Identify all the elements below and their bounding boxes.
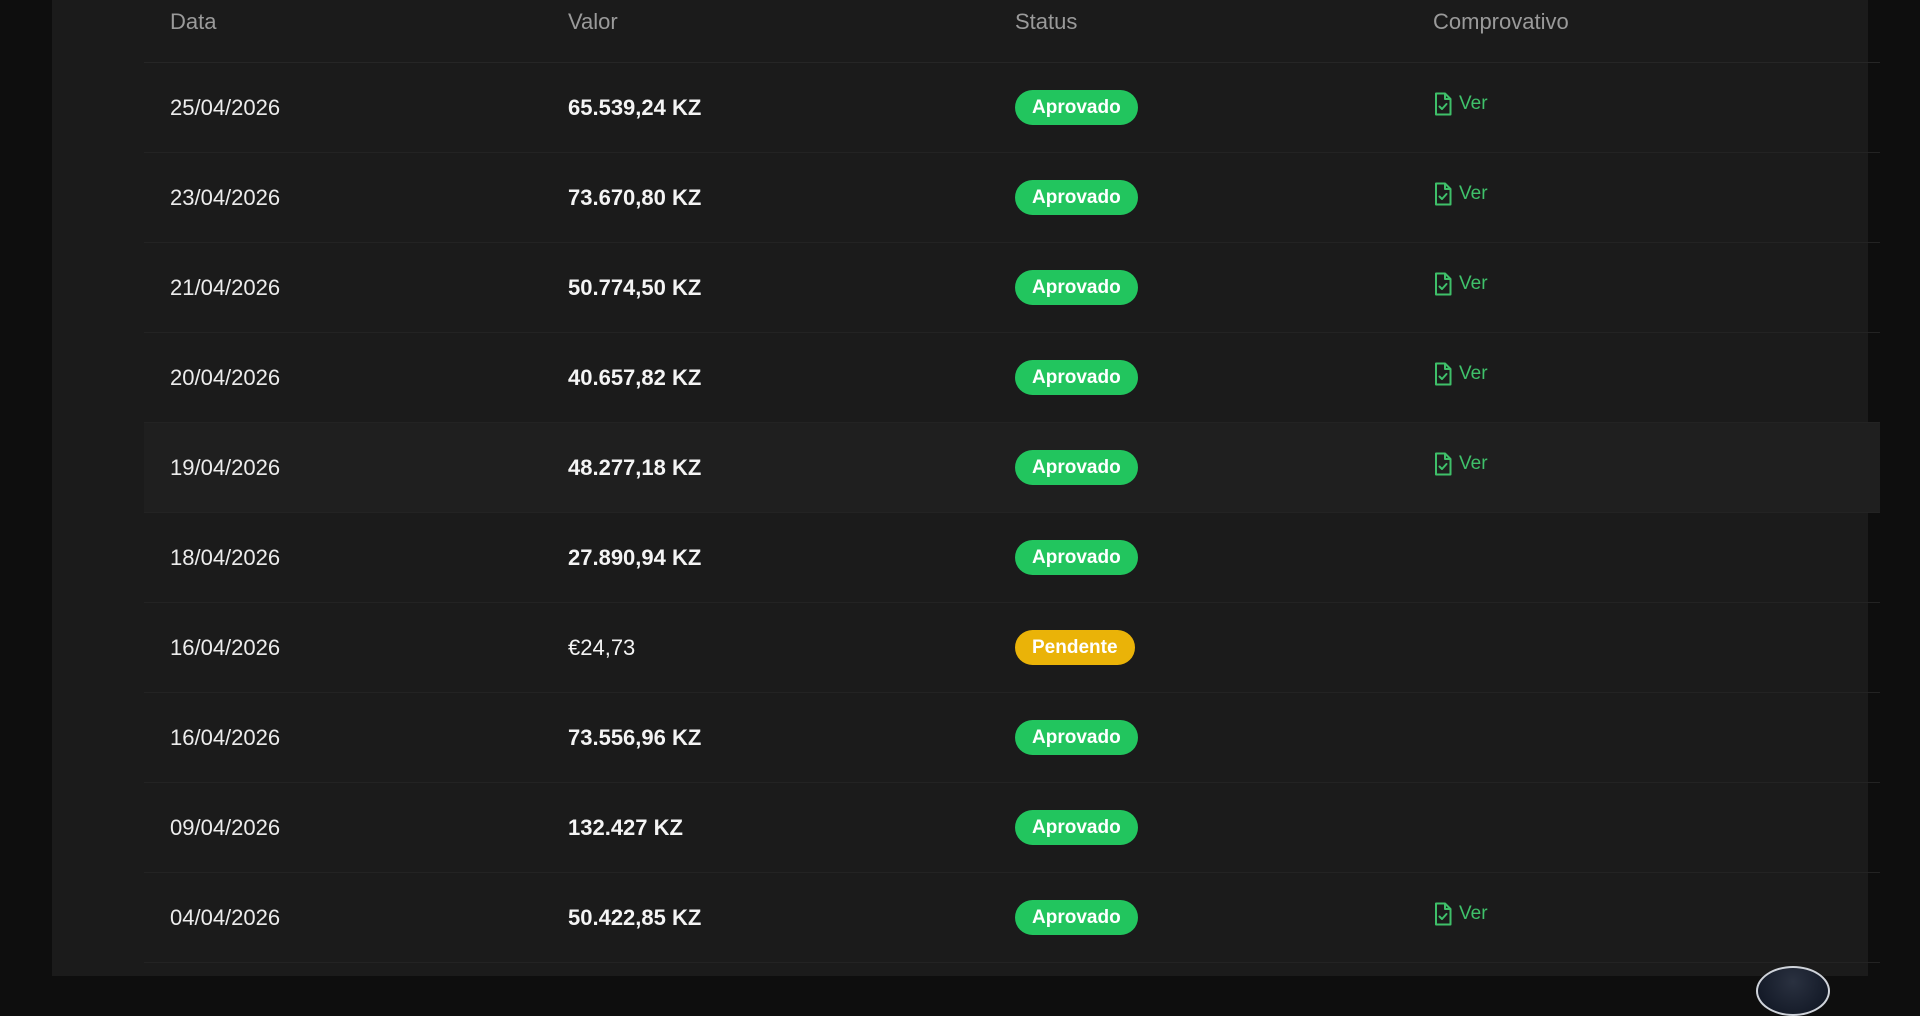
header-date: Data [170,9,217,34]
file-check-icon [1435,182,1452,206]
view-receipt-link[interactable]: Ver [1433,182,1488,206]
view-receipt-label: Ver [1459,93,1488,114]
status-badge: Aprovado [1015,180,1138,215]
row-value: €24,73 [568,634,636,660]
table-row: 18/04/2026 27.890,94 KZ Aprovado [144,513,1880,603]
file-check-icon [1435,272,1452,296]
header-value: Valor [568,9,618,34]
row-date: 18/04/2026 [170,544,281,570]
row-date: 16/04/2026 [170,724,281,750]
view-receipt-label: Ver [1459,273,1488,294]
status-badge: Aprovado [1015,810,1138,845]
status-badge: Aprovado [1015,270,1138,305]
view-receipt-link[interactable]: Ver [1433,452,1488,476]
view-receipt-label: Ver [1459,363,1488,384]
floating-widget-button[interactable] [1756,966,1830,1016]
table-row: 20/04/2026 40.657,82 KZ Aprovado Ver [144,333,1880,423]
header-status: Status [1015,9,1078,34]
file-check-icon [1435,452,1452,476]
row-date: 23/04/2026 [170,184,281,210]
table-row: 16/04/2026 73.556,96 KZ Aprovado [144,693,1880,783]
table-row: 23/04/2026 73.670,80 KZ Aprovado Ver [144,153,1880,243]
row-date: 04/04/2026 [170,904,281,930]
row-date: 21/04/2026 [170,274,281,300]
row-value: 65.539,24 KZ [568,94,702,120]
status-badge: Aprovado [1015,720,1138,755]
header-receipt: Comprovativo [1433,9,1569,34]
row-date: 19/04/2026 [170,454,281,480]
table-row: 21/04/2026 50.774,50 KZ Aprovado Ver [144,243,1880,333]
row-value: 73.556,96 KZ [568,724,702,750]
row-value: 40.657,82 KZ [568,364,702,390]
view-receipt-label: Ver [1459,183,1488,204]
row-value: 48.277,18 KZ [568,454,702,480]
status-badge: Aprovado [1015,450,1138,485]
row-date: 20/04/2026 [170,364,281,390]
status-badge: Aprovado [1015,90,1138,125]
row-value: 27.890,94 KZ [568,544,702,570]
view-receipt-link[interactable]: Ver [1433,902,1488,926]
view-receipt-link[interactable]: Ver [1433,92,1488,116]
view-receipt-label: Ver [1459,453,1488,474]
row-value: 50.422,85 KZ [568,904,702,930]
table-row: 19/04/2026 48.277,18 KZ Aprovado Ver [144,423,1880,513]
status-badge: Pendente [1015,630,1135,665]
file-check-icon [1435,362,1452,386]
row-value: 132.427 KZ [568,814,683,840]
row-date: 16/04/2026 [170,634,281,660]
table-row: 25/04/2026 65.539,24 KZ Aprovado Ver [144,63,1880,153]
status-badge: Aprovado [1015,360,1138,395]
table-row: 16/04/2026 €24,73 Pendente [144,603,1880,693]
view-receipt-label: Ver [1459,903,1488,924]
table-row: 09/04/2026 132.427 KZ Aprovado [144,783,1880,873]
transactions-table: Data Valor Status Comprovativo 25/04/202… [144,0,1880,963]
transactions-panel: Data Valor Status Comprovativo 25/04/202… [52,0,1880,1016]
table-row: 04/04/2026 50.422,85 KZ Aprovado Ver [144,873,1880,963]
view-receipt-link[interactable]: Ver [1433,362,1488,386]
row-value: 50.774,50 KZ [568,274,702,300]
file-check-icon [1435,92,1452,116]
row-value: 73.670,80 KZ [568,184,702,210]
file-check-icon [1435,902,1452,926]
row-date: 09/04/2026 [170,814,281,840]
status-badge: Aprovado [1015,900,1138,935]
view-receipt-link[interactable]: Ver [1433,272,1488,296]
row-date: 25/04/2026 [170,94,281,120]
table-header: Data Valor Status Comprovativo [144,0,1880,63]
status-badge: Aprovado [1015,540,1138,575]
